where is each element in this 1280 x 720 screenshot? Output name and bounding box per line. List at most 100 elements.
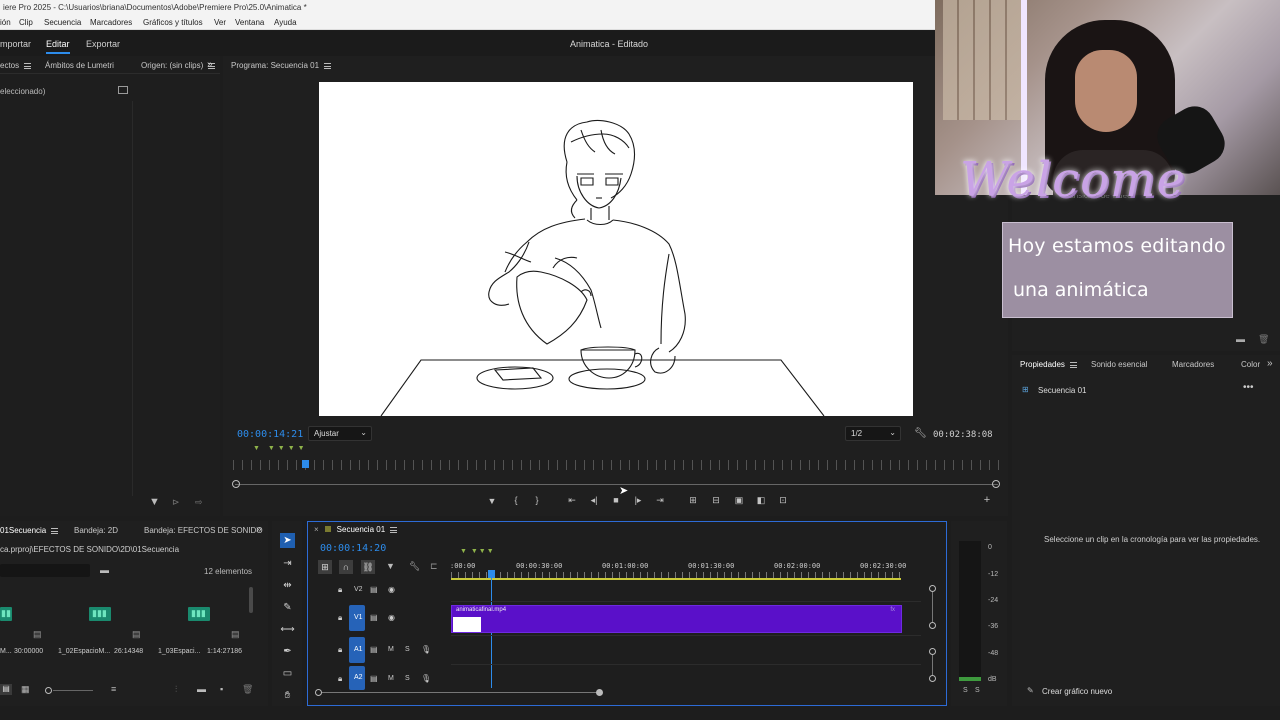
menu-icon[interactable] (324, 62, 332, 69)
list-item-name[interactable]: 1_03Espaci... (158, 648, 200, 655)
menu-icon[interactable] (51, 527, 59, 534)
fit-dropdown[interactable]: Ajustar ⌄ (308, 426, 372, 441)
compare-icon[interactable]: ◧ (754, 495, 768, 506)
work-area-bar[interactable] (451, 578, 901, 580)
solo-left-button[interactable]: S (963, 687, 968, 694)
timeline-playhead-handle[interactable] (488, 570, 495, 578)
proxy-icon[interactable]: ⊡ (776, 495, 790, 506)
h-scroll-handle-right[interactable] (596, 689, 603, 696)
scroll-handle-left[interactable] (232, 480, 240, 488)
more-panels-icon[interactable]: » (207, 59, 213, 70)
panel-toggle-icon[interactable] (118, 86, 128, 94)
mic-icon[interactable]: 🎙︎ (421, 645, 431, 654)
menu-ventana[interactable]: Ventana (235, 18, 264, 27)
sync-lock-icon[interactable]: ▤ (370, 613, 378, 622)
scroll-handle[interactable] (929, 675, 936, 682)
new-bin-icon[interactable]: ▬ (100, 565, 109, 575)
sync-lock-icon[interactable]: ▤ (370, 645, 378, 654)
add-marker-icon[interactable]: ▼ (386, 561, 395, 571)
slip-icon[interactable]: ⟷ (280, 622, 295, 637)
list-item-name[interactable]: M... (0, 648, 12, 655)
step-forward-icon[interactable]: |▸ (631, 495, 645, 506)
lock-icon[interactable]: 🔒︎ (338, 645, 342, 655)
scroll-handle[interactable] (929, 648, 936, 655)
mute-button[interactable]: M (388, 675, 394, 682)
sequence-tab[interactable]: × Secuencia 01 (314, 525, 398, 534)
audio-thumb[interactable]: ▮▮ (0, 607, 12, 621)
new-item-icon[interactable]: ▪ (220, 684, 223, 694)
menu-icon[interactable] (390, 526, 398, 533)
solo-button[interactable]: S (405, 675, 410, 682)
tab-propiedades[interactable]: Propiedades (1020, 360, 1077, 369)
trash-icon[interactable]: 🗑︎ (242, 684, 253, 695)
sync-lock-icon[interactable]: ▤ (370, 674, 378, 683)
go-to-out-icon[interactable]: ⇥ (653, 495, 667, 506)
list-item-name[interactable]: 1_02EspacioM... (58, 648, 110, 655)
search-input[interactable] (0, 564, 90, 577)
mark-in-icon[interactable]: { (509, 495, 523, 505)
solo-right-button[interactable]: S (975, 687, 980, 694)
filter-icon[interactable]: ▼ (149, 496, 160, 508)
new-graphic-button[interactable]: Crear gráfico nuevo (1042, 687, 1112, 696)
more-options-icon[interactable]: ••• (1243, 382, 1254, 393)
zoom-slider-handle[interactable] (45, 687, 52, 694)
nest-toggle-icon[interactable]: ⊞ (318, 560, 332, 574)
tab-origen[interactable]: Origen: (sin clips) (141, 61, 216, 70)
tab-lumetri[interactable]: Ámbitos de Lumetri (45, 61, 114, 70)
program-ruler[interactable] (233, 460, 1001, 470)
solo-button[interactable]: S (405, 646, 410, 653)
tab-efectos[interactable]: ectos (0, 61, 32, 70)
settings-wrench-icon[interactable]: 🔧︎ (409, 561, 420, 572)
snap-icon[interactable]: ∩ (339, 560, 353, 574)
export-icon[interactable]: ⇨ (195, 497, 203, 508)
more-panels-icon[interactable]: » (256, 524, 262, 535)
tab-bandeja-2d[interactable]: Bandeja: 2D (74, 526, 118, 535)
program-title[interactable]: Programa: Secuencia 01 (231, 61, 332, 70)
list-view-icon[interactable]: ▤ (0, 684, 12, 695)
video-frame[interactable] (319, 82, 913, 416)
tab-editar[interactable]: Editar (46, 39, 70, 54)
new-bin-icon[interactable]: ▬ (1236, 334, 1245, 344)
mic-icon[interactable]: 🎙︎ (421, 674, 431, 683)
pen-icon[interactable]: ✒ (280, 644, 295, 659)
icon-view-icon[interactable]: ▦ (21, 684, 30, 695)
quality-dropdown[interactable]: 1/2 ⌄ (845, 426, 901, 441)
tab-importar[interactable]: mportar (0, 39, 31, 49)
audio-thumb[interactable]: ▮▮▮ (89, 607, 111, 621)
menu-graficos[interactable]: Gráficos y títulos (143, 18, 203, 27)
menu-marcadores[interactable]: Marcadores (90, 18, 132, 27)
tab-marcadores[interactable]: Marcadores (1172, 360, 1214, 369)
linked-selection-icon[interactable]: ⛓︎ (361, 560, 375, 574)
lock-icon[interactable]: 🔒︎ (338, 674, 342, 684)
video-clip[interactable]: animaticafinal.mp4 fx (451, 605, 902, 633)
mark-out-icon[interactable]: } (530, 495, 544, 505)
razor-icon[interactable]: ✎ (280, 600, 295, 615)
zoom-slider[interactable] (53, 690, 93, 691)
menu-ayuda[interactable]: Ayuda (274, 18, 297, 27)
tab-exportar[interactable]: Exportar (86, 39, 120, 49)
menu-secuencia[interactable]: Secuencia (44, 18, 81, 27)
menu-icon[interactable] (1069, 361, 1077, 368)
mute-button[interactable]: M (388, 646, 394, 653)
audio-thumb[interactable]: ▮▮▮ (188, 607, 210, 621)
track-select-icon[interactable]: ⇥ (280, 556, 295, 571)
extract-icon[interactable]: ⊟ (709, 495, 723, 506)
eye-icon[interactable]: ◉ (388, 585, 395, 594)
trash-icon[interactable]: 🗑︎ (1258, 334, 1269, 345)
v-scrollbar[interactable] (932, 592, 933, 622)
captions-icon[interactable]: ⊏ (430, 561, 438, 572)
automate-icon[interactable]: ⫶ (175, 684, 177, 695)
scroll-handle[interactable] (929, 622, 936, 629)
eye-icon[interactable]: ◉ (388, 613, 395, 622)
close-icon[interactable]: × (314, 525, 319, 534)
rectangle-icon[interactable]: ▭ (280, 666, 295, 681)
program-playhead[interactable] (302, 460, 310, 468)
selection-tool-icon[interactable]: ➤ (280, 533, 295, 548)
lift-icon[interactable]: ⊞ (686, 495, 700, 506)
hand-icon[interactable]: ✋︎ (280, 688, 295, 703)
tab-color[interactable]: Color (1241, 360, 1260, 369)
timeline-timecode[interactable]: 00:00:14:20 (320, 543, 386, 554)
tab-secuencia-bin[interactable]: 01Secuencia (0, 526, 59, 535)
go-to-in-icon[interactable]: ⇤ (565, 495, 579, 506)
keyframe-icon[interactable]: ⊳ (172, 497, 180, 508)
